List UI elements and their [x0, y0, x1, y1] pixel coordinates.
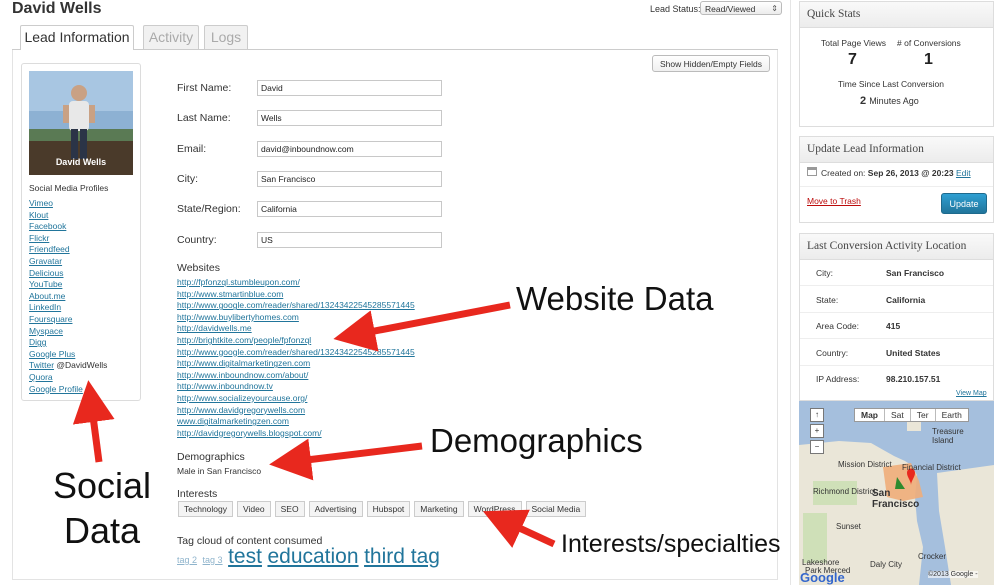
annotation-data: Data — [64, 510, 141, 551]
location-title: Last Conversion Activity Location — [800, 234, 993, 260]
arrow-demographics — [269, 438, 423, 481]
map-label: Financial District — [902, 463, 961, 472]
map-tab-sat[interactable]: Sat — [885, 409, 911, 421]
map-label: Richmond District — [813, 487, 876, 496]
location-area-code-value: 415 — [886, 321, 901, 331]
location-city-value: San Francisco — [886, 268, 945, 278]
conversions-label: # of Conversions — [897, 38, 961, 48]
edit-date-link[interactable]: Edit — [956, 168, 971, 178]
map-tab-earth[interactable]: Earth — [936, 409, 968, 421]
annotation-interests: Interests/specialties — [561, 530, 781, 558]
annotation-website-data: Website Data — [516, 280, 714, 317]
map-label: Crocker — [918, 552, 947, 561]
update-button[interactable]: Update — [941, 193, 987, 214]
map-label: Mission District — [838, 460, 892, 469]
divider — [800, 285, 993, 286]
created-on-label: Created on: — [821, 168, 866, 178]
map-label: Treasure Island — [932, 427, 964, 445]
location-area-code-label: Area Code: — [816, 321, 859, 331]
time-since-number: 2 — [860, 95, 867, 107]
map-label-city: San Francisco — [872, 488, 920, 510]
time-since-unit: Minutes Ago — [869, 96, 919, 106]
location-state-label: State: — [816, 295, 839, 305]
arrow-social — [72, 380, 115, 463]
map-zoom-controls[interactable]: ↑ + − — [807, 408, 825, 478]
move-to-trash-link[interactable]: Move to Trash — [807, 196, 861, 206]
map-type-tabs: Map Sat Ter Earth — [854, 408, 969, 422]
annotation-social: Social — [53, 465, 152, 506]
divider — [800, 312, 993, 313]
map-tab-ter[interactable]: Ter — [911, 409, 936, 421]
map-copyright: ©2013 Google - — [928, 571, 978, 578]
zoom-out-icon[interactable]: − — [810, 440, 824, 454]
location-city-label: City: — [816, 268, 833, 278]
location-country-label: Country: — [816, 348, 849, 358]
pan-up-icon[interactable]: ↑ — [810, 408, 824, 422]
page-views-label: Total Page Views — [821, 38, 887, 48]
view-map-link[interactable]: View Map — [956, 390, 987, 397]
calendar-icon — [807, 167, 817, 176]
arrow-interests — [482, 509, 556, 548]
google-logo: Google — [800, 570, 845, 585]
map-label: Sunset — [836, 522, 861, 531]
view-map-text[interactable]: View Map — [956, 390, 987, 397]
location-state-value: California — [886, 295, 926, 305]
arrow-website — [333, 301, 511, 352]
created-on-value: Sep 26, 2013 @ 20:23 — [867, 168, 954, 178]
time-since-value: 2 Minutes Ago — [860, 95, 919, 107]
quick-stats-box: Quick Stats — [799, 1, 994, 127]
map-tab-map[interactable]: Map — [855, 409, 885, 421]
time-since-label: Time Since Last Conversion — [838, 79, 944, 89]
annotation-demographics: Demographics — [430, 422, 643, 459]
zoom-in-icon[interactable]: + — [810, 424, 824, 438]
created-on-row: Created on: Sep 26, 2013 @ 20:23 Edit — [821, 168, 971, 178]
divider — [800, 186, 993, 187]
map-label: Daly City — [870, 560, 903, 569]
divider — [800, 338, 993, 339]
page-views-value: 7 — [848, 51, 857, 68]
divider — [800, 365, 993, 366]
conversions-value: 1 — [924, 51, 933, 68]
update-lead-title: Update Lead Information — [800, 137, 993, 163]
location-ip-value: 98.210.157.51 — [886, 374, 941, 384]
quick-stats-title: Quick Stats — [800, 2, 993, 28]
location-ip-label: IP Address: — [816, 374, 860, 384]
location-country-value: United States — [886, 348, 941, 358]
